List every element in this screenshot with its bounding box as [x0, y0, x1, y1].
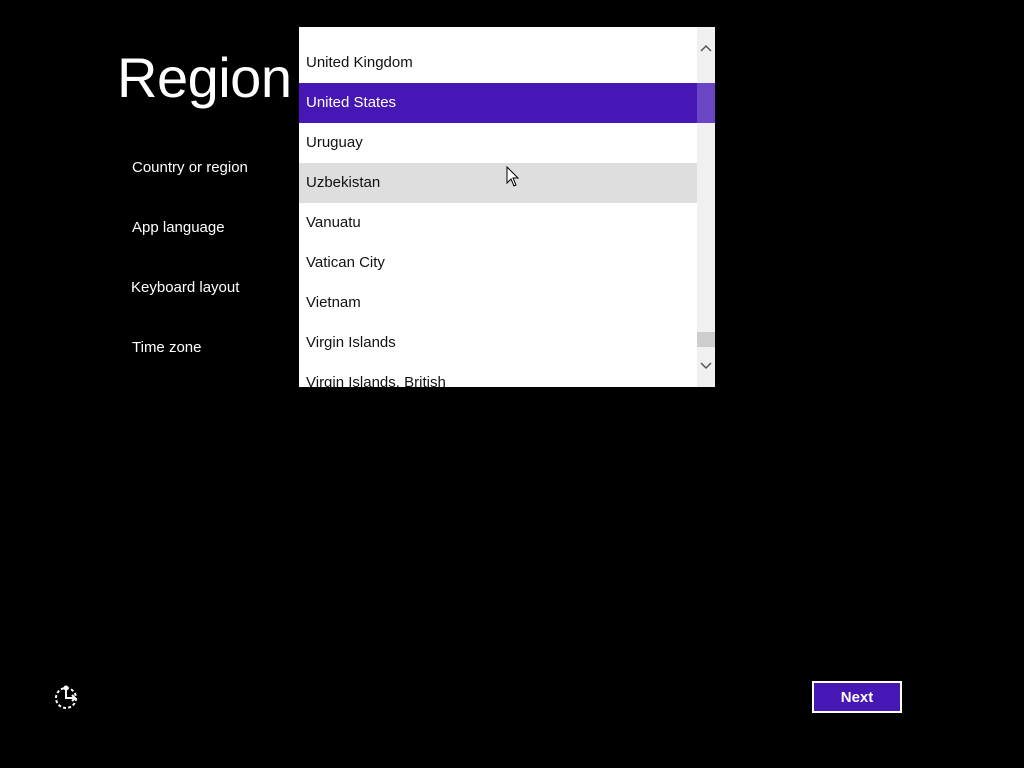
country-or-region-label: Country or region	[132, 159, 248, 176]
scroll-up-button[interactable]	[697, 37, 715, 59]
list-item-virgin-islands-british[interactable]: Virgin Islands, British	[299, 363, 697, 387]
list-item-vietnam[interactable]: Vietnam	[299, 283, 697, 323]
app-language-label: App language	[132, 219, 225, 236]
list-item-vatican-city[interactable]: Vatican City	[299, 243, 697, 283]
next-button[interactable]: Next	[812, 681, 902, 713]
list-item-vanuatu[interactable]: Vanuatu	[299, 203, 697, 243]
chevron-up-icon	[700, 44, 712, 52]
list-item-united-kingdom[interactable]: United Kingdom	[299, 43, 697, 83]
mouse-pointer-icon	[506, 166, 520, 187]
keyboard-layout-label: Keyboard layout	[131, 279, 240, 296]
country-dropdown-list[interactable]: United Arab Emirates United Kingdom Unit…	[299, 27, 715, 387]
scroll-down-button[interactable]	[697, 355, 715, 377]
ease-of-access-icon[interactable]	[52, 684, 80, 712]
country-list: United Arab Emirates United Kingdom Unit…	[299, 27, 715, 387]
page-title: Region	[117, 46, 292, 109]
list-item-uruguay[interactable]: Uruguay	[299, 123, 697, 163]
time-zone-label: Time zone	[132, 339, 202, 356]
selected-row-scrollbar-highlight	[697, 83, 715, 123]
region-setup-page: Region Country or region App language Ke…	[0, 0, 1024, 768]
list-item-united-states[interactable]: United States	[299, 83, 697, 123]
list-scrollbar[interactable]	[697, 27, 715, 387]
list-item-united-arab-emirates[interactable]: United Arab Emirates	[299, 27, 697, 43]
list-item-virgin-islands[interactable]: Virgin Islands	[299, 323, 697, 363]
chevron-down-icon	[700, 362, 712, 370]
scroll-thumb[interactable]	[697, 332, 715, 347]
